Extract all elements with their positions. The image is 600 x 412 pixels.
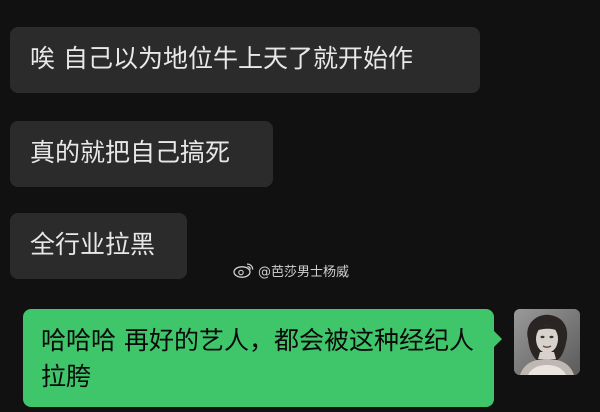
- chat-view: 唉 自己以为地位牛上天了就开始作 真的就把自己搞死 全行业拉黑 @芭莎男士杨威 …: [0, 0, 600, 412]
- bubble-tail: [494, 331, 502, 347]
- message-text: 全行业拉黑: [30, 230, 156, 259]
- message-text: 唉 自己以为地位牛上天了就开始作: [30, 44, 413, 73]
- avatar[interactable]: [514, 309, 580, 375]
- watermark: @芭莎男士杨威: [233, 259, 349, 281]
- message-bubble-incoming[interactable]: 真的就把自己搞死: [10, 121, 273, 187]
- watermark-text: @芭莎男士杨威: [258, 264, 350, 280]
- message-text: 哈哈哈 再好的艺人，都会被这种经纪人拉胯: [41, 326, 474, 391]
- message-bubble-incoming[interactable]: 全行业拉黑: [10, 213, 187, 279]
- message-bubble-incoming[interactable]: 唉 自己以为地位牛上天了就开始作: [10, 27, 480, 93]
- weibo-icon: [233, 262, 255, 278]
- message-text: 真的就把自己搞死: [30, 138, 231, 167]
- message-bubble-outgoing[interactable]: 哈哈哈 再好的艺人，都会被这种经纪人拉胯: [23, 309, 502, 407]
